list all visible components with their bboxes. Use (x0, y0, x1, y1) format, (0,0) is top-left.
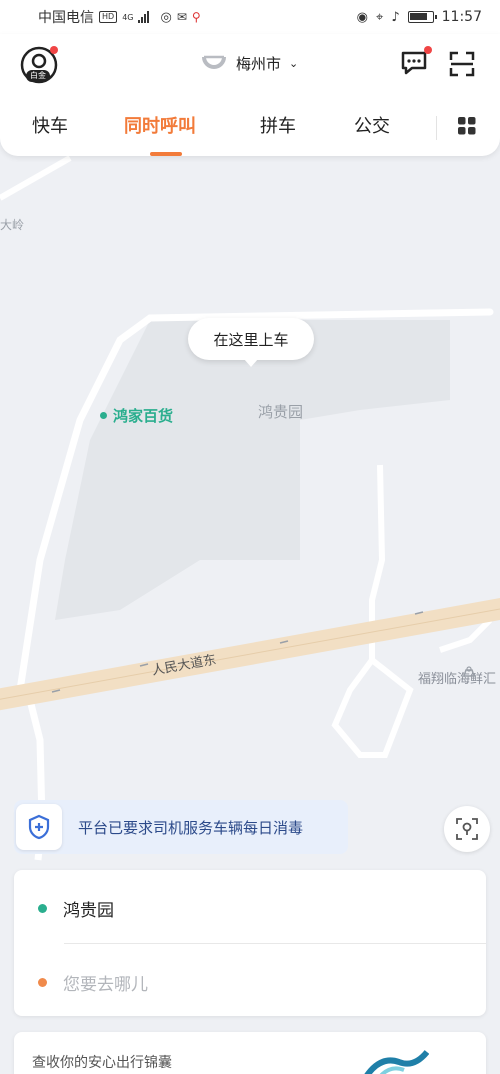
poi-marker[interactable]: 鸿家百货 (100, 405, 173, 426)
pickup-row[interactable]: 鸿贵园 (14, 872, 486, 944)
tab-express[interactable]: 快车 (32, 112, 68, 138)
app-notification-icon: ◎ (160, 9, 172, 25)
address-card: 鸿贵园 您要去哪儿 (14, 870, 486, 1016)
pin-place-label: 鸿贵园 (258, 403, 304, 421)
address-divider (64, 943, 486, 944)
top-header: 白金 梅州市 ⌄ 快车 同时呼叫 拼车 公交 (0, 34, 500, 156)
city-label: 梅州市 (236, 54, 282, 73)
member-badge: 白金 (26, 70, 50, 82)
message-notification-dot (424, 46, 432, 54)
tab-bus[interactable]: 公交 (354, 112, 390, 138)
scan-icon[interactable] (448, 50, 476, 78)
tab-divider (436, 116, 437, 140)
safety-banner[interactable]: 平台已要求司机服务车辆每日消毒 (14, 800, 348, 854)
pickup-bubble[interactable]: 在这里上车 (188, 318, 314, 367)
locate-button[interactable] (444, 806, 490, 852)
map-app-icon: ⚲ (191, 10, 201, 24)
status-bar: 中国电信 HD 4G ◎ ✉ ⚲ ◉ ⌖ ♪ 11:57 (0, 0, 500, 34)
destination-dot (38, 977, 47, 987)
hd-badge: HD (99, 11, 118, 23)
eye-icon: ◉ (356, 9, 369, 25)
poi-right[interactable]: 福翔临海鲜汇 (418, 666, 497, 687)
locate-icon (456, 818, 478, 840)
carrier-label: 中国电信 (38, 10, 94, 26)
network-type: 4G (122, 12, 134, 22)
grid-menu-icon[interactable] (458, 117, 476, 135)
tab-carpool[interactable]: 拼车 (260, 112, 296, 138)
poi-dot (100, 412, 107, 419)
avatar-notification-dot (50, 46, 58, 54)
poi-right-label: 福翔临海鲜汇 (418, 672, 497, 687)
wechat-icon: ✉ (176, 10, 187, 24)
destination-placeholder: 您要去哪儿 (63, 974, 148, 995)
message-icon[interactable] (400, 50, 428, 76)
shield-box (16, 804, 62, 850)
chevron-down-icon: ⌄ (289, 56, 299, 70)
clock: 11:57 (441, 9, 482, 25)
mute-icon: ♪ (391, 9, 400, 25)
city-selector[interactable]: 梅州市 ⌄ (200, 52, 298, 74)
shield-icon (28, 814, 50, 840)
tab-simultaneous-call[interactable]: 同时呼叫 (124, 112, 196, 138)
illustration-icon (364, 1050, 429, 1074)
safety-text: 平台已要求司机服务车辆每日消毒 (78, 818, 304, 837)
map-place-label: 大岭 (0, 218, 25, 232)
safety-tips-card[interactable]: 查收你的安心出行锦囊 (14, 1032, 486, 1074)
pickup-dot (38, 903, 47, 913)
safety-tips-text: 查收你的安心出行锦囊 (32, 1055, 172, 1071)
pickup-address: 鸿贵园 (63, 900, 114, 921)
poi-label: 鸿家百货 (113, 407, 174, 425)
active-tab-indicator (150, 152, 182, 156)
destination-row[interactable]: 您要去哪儿 (14, 946, 486, 1018)
service-tabs: 快车 同时呼叫 拼车 公交 (0, 112, 500, 156)
battery-icon (407, 11, 437, 23)
battery-fill (409, 13, 427, 20)
didi-logo-icon (202, 55, 226, 69)
location-icon: ⌖ (376, 9, 384, 25)
signal-icon (138, 11, 150, 23)
shop-icon (462, 666, 476, 677)
